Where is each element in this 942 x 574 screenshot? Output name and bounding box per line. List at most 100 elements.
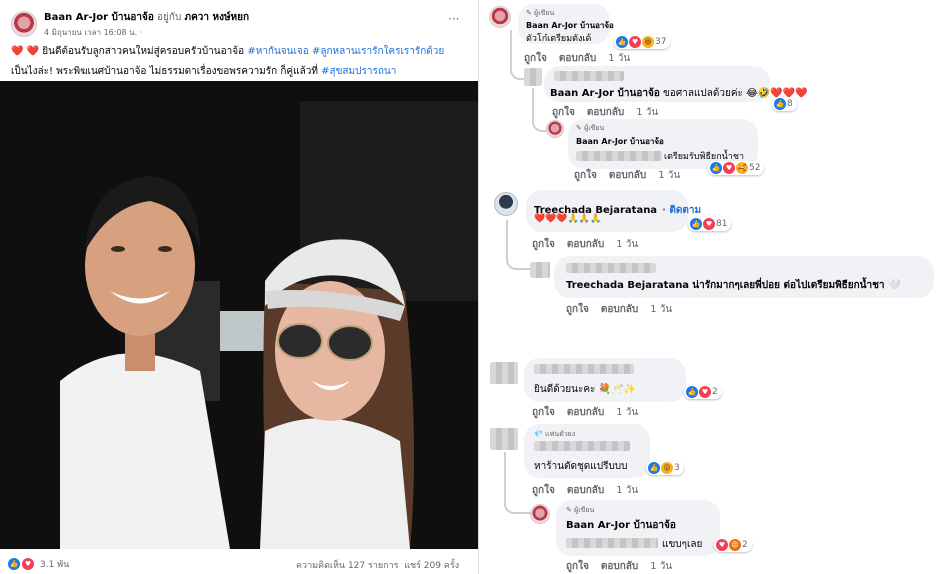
more-options-icon[interactable]: ··· bbox=[448, 12, 459, 26]
like-button[interactable]: ถูกใจ bbox=[532, 239, 555, 250]
commenter-name[interactable]: Baan Ar-Jor บ้านอาจ้อ bbox=[576, 135, 664, 148]
comment-time[interactable]: 1 วัน bbox=[650, 304, 672, 315]
comment-time[interactable]: 1 วัน bbox=[608, 53, 630, 64]
comment-bubble: ยินดีด้วยนะคะ 💐🥂✨ bbox=[524, 358, 686, 402]
comment-bubble: ✎ ผู้เขียน Baan Ar-Jor บ้านอาจ้อ แขบๆเลย bbox=[556, 500, 720, 556]
with-text: อยู่กับ bbox=[157, 12, 182, 23]
caption-text-1: ยินดีต้อนรับลูกสาวคนใหม่สู่ครอบครัวบ้านอ… bbox=[42, 46, 245, 57]
top-fan-badge: 💎 แฟนตัวยง bbox=[534, 430, 576, 438]
reply-button[interactable]: ตอบกลับ bbox=[609, 170, 646, 181]
love-icon: ♥ bbox=[723, 162, 735, 174]
comment-text: แขบๆเลย bbox=[662, 539, 703, 550]
comment-bubble: Baan Ar-Jor บ้านอาจ้อ ขอศาลแปลด้วยค่ะ 😂🤣… bbox=[544, 66, 808, 102]
like-button[interactable]: ถูกใจ bbox=[532, 485, 555, 496]
comment-actions: ถูกใจ ตอบกลับ 1 วัน bbox=[524, 51, 642, 66]
commenter-avatar[interactable] bbox=[490, 362, 518, 384]
comment-text-row: Treechada Bejaratana น่ารักมากๆเลยพี่ปอย… bbox=[566, 278, 900, 293]
comment-reactions[interactable]: 👍 😮 3 bbox=[646, 461, 684, 475]
reaction-count: 2 bbox=[742, 540, 748, 550]
reaction-count: 2 bbox=[712, 387, 718, 397]
love-icon: ♥ bbox=[699, 386, 711, 398]
comment-reactions[interactable]: ♥ 😡 2 bbox=[714, 538, 752, 552]
commenter-avatar[interactable] bbox=[546, 120, 564, 138]
commenter-avatar[interactable] bbox=[490, 428, 518, 450]
post-timestamp[interactable]: 4 มิถุนายน เวลา 16:08 น. bbox=[44, 28, 137, 37]
angry-icon: 😡 bbox=[729, 539, 741, 551]
love-icon: ♥ bbox=[629, 36, 641, 48]
post-reactions[interactable]: 👍 ♥ 3.1 พัน bbox=[8, 557, 69, 571]
follow-link[interactable]: · ติดตาม bbox=[662, 205, 701, 216]
blurred-name bbox=[566, 263, 656, 273]
reply-button[interactable]: ตอบกลับ bbox=[559, 53, 596, 64]
reply-button[interactable]: ตอบกลับ bbox=[601, 561, 638, 572]
page-avatar[interactable] bbox=[11, 11, 37, 37]
reply-button[interactable]: ตอบกลับ bbox=[567, 239, 604, 250]
comment-reactions[interactable]: 👍 ♥ 😆 37 bbox=[614, 35, 671, 49]
like-button[interactable]: ถูกใจ bbox=[524, 53, 547, 64]
comment-bubble: 💎 แฟนตัวยง หาร้านตัดชุดแปรีบบบ bbox=[524, 424, 650, 478]
commenter-avatar[interactable] bbox=[524, 68, 542, 86]
comment-reactions[interactable]: 👍 ♥ 🥰 52 bbox=[708, 161, 765, 175]
commenter-name[interactable]: Baan Ar-Jor บ้านอาจ้อ bbox=[566, 518, 676, 533]
reply-button[interactable]: ตอบกลับ bbox=[601, 304, 638, 315]
comment-text: น่ารักมากๆเลยพี่ปอย ต่อไปเตรียมพิธียกน้ำ… bbox=[692, 280, 901, 291]
comment-text: ❤️❤️❤️🙏🙏🙏 bbox=[534, 214, 602, 224]
tagged-person-link[interactable]: ภควา หงษ์หยก bbox=[185, 12, 250, 23]
comment-reactions[interactable]: 👍 8 bbox=[772, 97, 797, 111]
mention-link[interactable]: Treechada Bejaratana bbox=[566, 280, 689, 291]
caption-text-2: เป็นไงล่ะ! พระพิฆเนศบ้านอาจ้อ ไม่ธรรมดาเ… bbox=[11, 66, 318, 77]
comment-time[interactable]: 1 วัน bbox=[616, 239, 638, 250]
author-badge: ✎ ผู้เขียน bbox=[576, 124, 605, 132]
hashtag-link[interactable]: #หากันจนเจอ bbox=[247, 46, 308, 57]
post-photo[interactable] bbox=[0, 81, 478, 549]
commenter-avatar[interactable] bbox=[494, 192, 518, 216]
commenter-avatar[interactable] bbox=[530, 504, 550, 524]
reaction-count: 37 bbox=[655, 37, 667, 47]
haha-icon: 😆 bbox=[642, 36, 654, 48]
reply-button[interactable]: ตอบกลับ bbox=[567, 407, 604, 418]
blurred-mention bbox=[566, 538, 658, 548]
blurred-name bbox=[534, 441, 630, 451]
page-name-link[interactable]: Baan Ar-Jor บ้านอาจ้อ bbox=[44, 12, 154, 23]
like-icon: 👍 bbox=[8, 558, 20, 570]
hashtag-link[interactable]: #ลูกหลานเรารักใครเรารักด้วย bbox=[312, 46, 444, 57]
post-panel: Baan Ar-Jor บ้านอาจ้อ อยู่กับ ภควา หงษ์ห… bbox=[0, 0, 479, 574]
comment-actions: ถูกใจ ตอบกลับ 1 วัน bbox=[532, 483, 650, 498]
comments-panel: ✎ ผู้เขียน Baan Ar-Jor บ้านอาจ้อ ตัวโก๋เ… bbox=[480, 0, 942, 574]
reply-button[interactable]: ตอบกลับ bbox=[587, 107, 624, 118]
comments-shares-count[interactable]: ความคิดเห็น 127 รายการ แชร์ 209 ครั้ง bbox=[296, 558, 459, 572]
care-icon: 🥰 bbox=[736, 162, 748, 174]
love-icon: ♥ bbox=[22, 558, 34, 570]
like-button[interactable]: ถูกใจ bbox=[574, 170, 597, 181]
like-icon: 👍 bbox=[774, 98, 786, 110]
comment-actions: ถูกใจ ตอบกลับ 1 วัน bbox=[566, 559, 684, 574]
commenter-avatar[interactable] bbox=[530, 262, 550, 278]
reaction-count: 3 bbox=[674, 463, 680, 473]
comment-time[interactable]: 1 วัน bbox=[636, 107, 658, 118]
like-button[interactable]: ถูกใจ bbox=[566, 561, 589, 572]
comment-time[interactable]: 1 วัน bbox=[616, 485, 638, 496]
comment-time[interactable]: 1 วัน bbox=[658, 170, 680, 181]
hashtag-link[interactable]: #สุขสมปรารถนา bbox=[321, 66, 396, 77]
comment-reactions[interactable]: 👍 ♥ 2 bbox=[684, 385, 722, 399]
comment-text: ยินดีด้วยนะคะ 💐🥂✨ bbox=[534, 384, 636, 395]
like-icon: 👍 bbox=[686, 386, 698, 398]
like-button[interactable]: ถูกใจ bbox=[532, 407, 555, 418]
reaction-count: 8 bbox=[787, 99, 793, 109]
like-button[interactable]: ถูกใจ bbox=[552, 107, 575, 118]
like-icon: 👍 bbox=[616, 36, 628, 48]
comment-bubble: Treechada Bejaratana · ติดตาม ❤️❤️❤️🙏🙏🙏 bbox=[526, 190, 701, 232]
commenter-avatar[interactable] bbox=[489, 6, 511, 28]
comment-time[interactable]: 1 วัน bbox=[616, 407, 638, 418]
comment-time[interactable]: 1 วัน bbox=[650, 561, 672, 572]
comment-actions: ถูกใจ ตอบกลับ 1 วัน bbox=[532, 405, 650, 420]
blurred-name bbox=[534, 364, 634, 374]
reaction-count: 52 bbox=[749, 163, 761, 173]
love-icon: ♥ bbox=[703, 218, 715, 230]
like-icon: 👍 bbox=[710, 162, 722, 174]
wow-icon: 😮 bbox=[661, 462, 673, 474]
like-button[interactable]: ถูกใจ bbox=[566, 304, 589, 315]
reply-button[interactable]: ตอบกลับ bbox=[567, 485, 604, 496]
comment-reactions[interactable]: 👍 ♥ 81 bbox=[688, 217, 732, 231]
mention-link[interactable]: Baan Ar-Jor บ้านอาจ้อ bbox=[550, 88, 660, 99]
